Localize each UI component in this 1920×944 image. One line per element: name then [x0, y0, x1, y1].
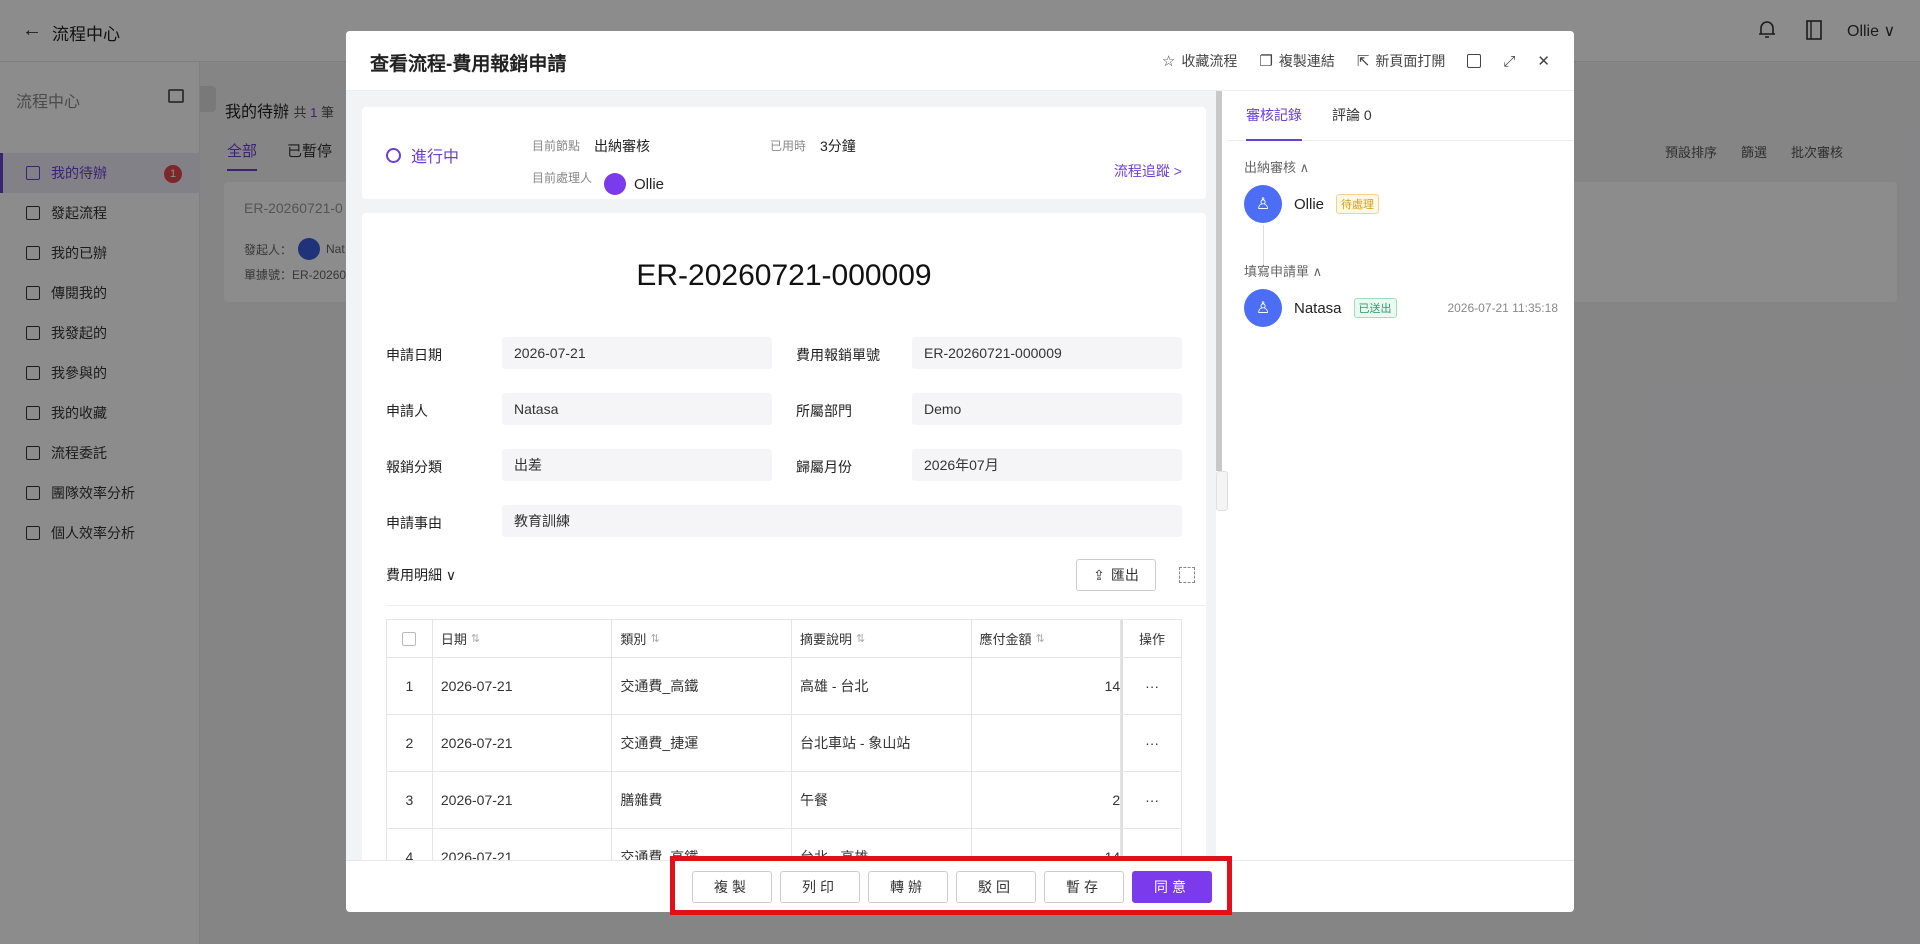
external-link-icon: ⇱: [1356, 53, 1370, 70]
fullscreen-icon[interactable]: ⤢: [1503, 53, 1515, 70]
panel-resize-handle[interactable]: [1216, 471, 1228, 511]
month-label: 歸屬月份: [796, 459, 852, 475]
tab-audit-record[interactable]: 審核記錄: [1246, 105, 1302, 141]
handler-label: 目前處理人: [532, 171, 593, 185]
more-actions-icon[interactable]: ···: [1121, 658, 1181, 714]
form-card: ER-20260721-000009 申請日期 2026-07-21 費用報銷單…: [362, 213, 1206, 891]
applicant-label: 申請人: [386, 403, 428, 419]
apply-date-label: 申請日期: [386, 347, 442, 363]
expense-detail-toggle[interactable]: 費用明細 ∨: [386, 565, 456, 585]
open-new-page-button[interactable]: ⇱ 新頁面打開: [1357, 51, 1446, 71]
apply-date-field: 2026-07-21: [502, 337, 772, 369]
audit-entry: ♙ Ollie 待處理: [1244, 185, 1558, 223]
more-actions-icon[interactable]: ···: [1121, 772, 1181, 828]
sort-icon: ⇅: [470, 633, 481, 645]
reason-label: 申請事由: [386, 515, 442, 531]
close-icon[interactable]: ✕: [1537, 52, 1550, 70]
more-actions-icon[interactable]: ···: [1121, 715, 1181, 771]
process-tracking-link[interactable]: 流程追蹤 >: [1114, 161, 1182, 181]
table-row[interactable]: 2 2026-07-21 交通費_捷運 台北車站 - 象山站 ···: [387, 715, 1181, 772]
copy-icon: ❐: [1259, 53, 1273, 70]
process-modal: 查看流程-費用報銷申請 ☆ 收藏流程 ❐ 複製連結 ⇱ 新頁面打開 ⤢ ✕ 進行中 目…: [346, 31, 1574, 912]
status-badge: 已送出: [1353, 298, 1397, 318]
section-cashier-review[interactable]: 出納審核 ∧: [1244, 157, 1309, 176]
table-row[interactable]: 1 2026-07-21 交通費_高鐵 高雄 - 台北 14 ···: [387, 658, 1181, 715]
audit-tabs: 審核記錄 評論 0: [1228, 91, 1574, 141]
node-value: 出納審核: [594, 138, 650, 154]
sidebar-toggle-icon[interactable]: [1467, 54, 1482, 68]
table-fullscreen-icon[interactable]: [1179, 567, 1195, 583]
table-row[interactable]: 3 2026-07-21 膳雜費 午餐 2 ···: [387, 772, 1181, 829]
elapsed-label: 已用時: [770, 139, 807, 153]
export-button[interactable]: ⇪ 匯出: [1076, 559, 1156, 591]
sort-icon: ⇅: [650, 633, 660, 645]
expense-no-field: ER-20260721-000009: [912, 337, 1182, 369]
col-desc[interactable]: 摘要說明 ⇅: [792, 620, 972, 657]
expense-table: 日期 ⇅ 類別 ⇅ 摘要說明 ⇅ 應付金額 ⇅ 操作 1 2026-07-21 交通費_…: [386, 619, 1182, 887]
highlight-annotation: [670, 856, 1232, 915]
status-card: 進行中 目前節點 出納審核 已用時 3分鐘 目前處理人 Ollie 流程追蹤 >: [362, 107, 1206, 199]
month-field: 2026年07月: [912, 449, 1182, 481]
favorite-button[interactable]: ☆ 收藏流程: [1162, 51, 1237, 71]
modal-actions: ☆ 收藏流程 ❐ 複製連結 ⇱ 新頁面打開 ⤢ ✕: [1162, 51, 1550, 71]
dept-field: Demo: [912, 393, 1182, 425]
copy-link-button[interactable]: ❐ 複製連結: [1259, 51, 1334, 71]
col-date[interactable]: 日期 ⇅: [433, 620, 613, 657]
reason-field: 教育訓練: [502, 505, 1182, 537]
star-icon: ☆: [1161, 53, 1176, 70]
modal-header: 查看流程-費用報銷申請 ☆ 收藏流程 ❐ 複製連結 ⇱ 新頁面打開 ⤢ ✕: [346, 31, 1574, 91]
timeline-line: [1263, 225, 1264, 265]
section-fill-form[interactable]: 填寫申請單 ∧: [1244, 261, 1322, 280]
status-badge: 待處理: [1336, 194, 1380, 214]
category-field: 出差: [502, 449, 772, 481]
dept-label: 所屬部門: [796, 403, 852, 419]
col-amount[interactable]: 應付金額 ⇅: [972, 620, 1122, 657]
user-avatar-icon: ♙: [1244, 289, 1282, 327]
node-label: 目前節點: [532, 139, 581, 153]
audit-entry: ♙ Natasa 已送出 2026-07-21 11:35:18: [1244, 289, 1558, 327]
form-panel: 進行中 目前節點 出納審核 已用時 3分鐘 目前處理人 Ollie 流程追蹤 >…: [346, 91, 1216, 891]
status-indicator: 進行中: [386, 143, 459, 167]
sort-icon: ⇅: [1035, 633, 1045, 645]
handler: Ollie: [604, 173, 664, 195]
col-type[interactable]: 類別 ⇅: [612, 620, 792, 657]
expense-no-label: 費用報銷單號: [796, 347, 880, 363]
col-op: 操作: [1121, 620, 1181, 657]
category-label: 報銷分類: [386, 459, 442, 475]
divider: [386, 605, 1206, 606]
sort-icon: ⇅: [855, 633, 866, 645]
select-all-checkbox[interactable]: [402, 631, 417, 646]
scrollbar[interactable]: [1216, 91, 1222, 471]
audit-panel: 審核記錄 評論 0 出納審核 ∧ ♙ Ollie 待處理 填寫申請單 ∧ ♙ N…: [1228, 91, 1574, 891]
elapsed-value: 3分鐘: [820, 138, 856, 154]
clock-icon: [386, 147, 401, 163]
table-header: 日期 ⇅ 類別 ⇅ 摘要說明 ⇅ 應付金額 ⇅ 操作: [387, 620, 1181, 658]
tab-comments[interactable]: 評論 0: [1332, 105, 1372, 125]
avatar: [604, 173, 626, 195]
applicant-field: Natasa: [502, 393, 772, 425]
document-number: ER-20260721-000009: [636, 259, 932, 292]
upload-icon: ⇪: [1093, 566, 1105, 583]
user-avatar-icon: ♙: [1244, 185, 1282, 223]
timestamp: 2026-07-21 11:35:18: [1447, 301, 1558, 315]
modal-title: 查看流程-費用報銷申請: [370, 54, 567, 75]
